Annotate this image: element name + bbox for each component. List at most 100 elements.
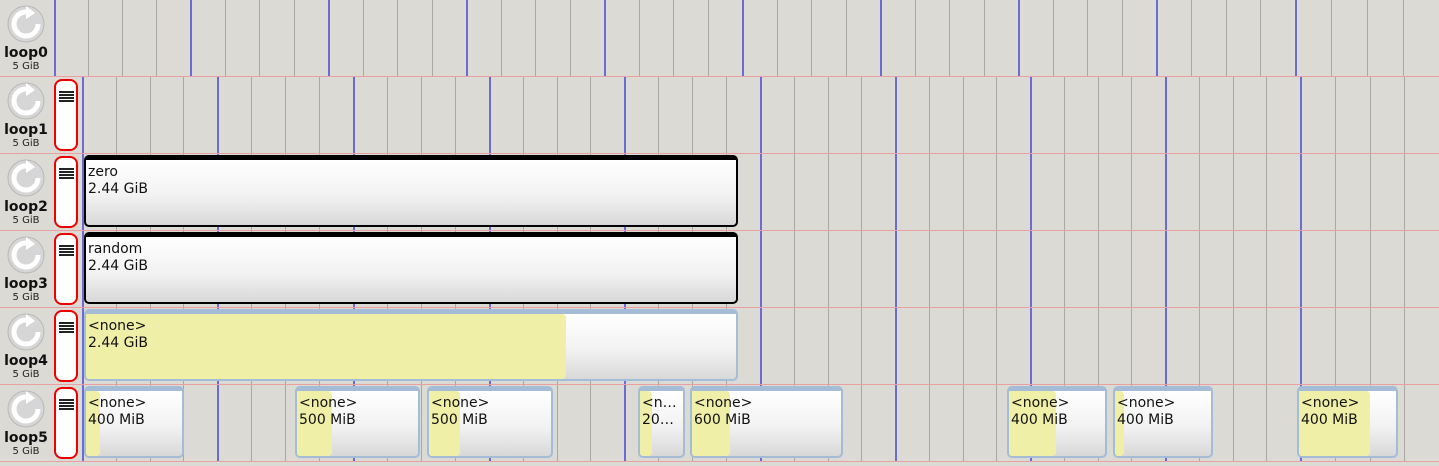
minor-gridline [1225,0,1227,76]
minor-gridline [1198,308,1200,384]
partition-block[interactable]: random 2.44 GiB [84,232,738,304]
minor-gridline [1367,0,1368,76]
minor-gridline [285,385,286,461]
refresh-icon[interactable] [6,81,46,121]
partition-text: random 2.44 GiB [88,241,148,275]
minor-gridline [1097,77,1099,153]
partition-table-header[interactable] [54,387,78,459]
refresh-icon[interactable] [6,312,46,352]
major-gridline [760,77,762,153]
minor-gridline [224,0,226,76]
minor-gridline [1097,231,1099,307]
minor-gridline [658,77,659,153]
disk-area[interactable] [82,77,1439,153]
refresh-icon[interactable] [6,158,46,198]
device-row-loop1[interactable]: loop1 5 GiB [0,77,1439,154]
device-label[interactable]: loop0 5 GiB [0,0,52,77]
minor-gridline [673,0,674,76]
device-row-loop3[interactable]: loop3 5 GiB random 2.44 GiB [0,231,1439,308]
minor-gridline [962,77,964,153]
minor-gridline [88,0,89,76]
minor-gridline [1334,231,1336,307]
device-row-loop0[interactable]: loop0 5 GiB [0,0,1439,77]
partition-text: <none> 400 MiB [88,395,146,429]
disk-area[interactable] [54,0,1439,76]
device-row-loop4[interactable]: loop4 5 GiB <none> 2.44 GiB [0,308,1439,385]
minor-gridline [259,0,260,76]
minor-gridline [1369,77,1371,153]
device-label[interactable]: loop3 5 GiB [0,231,52,308]
major-gridline [1030,154,1032,230]
minor-gridline [1097,308,1099,384]
major-gridline [190,0,192,76]
partition-block[interactable]: <none> 600 MiB [690,386,843,458]
minor-gridline [183,77,185,153]
partition-block[interactable]: <none> 400 MiB [1007,386,1107,458]
minor-gridline [707,0,709,76]
device-row-loop2[interactable]: loop2 5 GiB zero 2.44 GiB [0,154,1439,231]
partition-block[interactable]: <none> 500 MiB [295,386,420,458]
partition-size: 600 MiB [694,412,751,428]
device-label[interactable]: loop2 5 GiB [0,154,52,231]
refresh-icon[interactable] [6,389,46,429]
partition-block[interactable]: <none> 400 MiB [1113,386,1213,458]
minor-gridline [1131,308,1133,384]
partition-table-header[interactable] [54,310,78,382]
device-name: loop2 [4,199,48,215]
device-label[interactable]: loop1 5 GiB [0,77,52,154]
minor-gridline [1266,385,1268,461]
refresh-icon[interactable] [6,4,46,44]
partition-text: <none> 2.44 GiB [88,318,148,352]
minor-gridline [535,0,536,76]
major-gridline [760,154,762,230]
major-gridline [54,0,56,76]
device-size: 5 GiB [12,292,40,303]
minor-gridline [1369,154,1371,230]
minor-gridline [1334,154,1336,230]
partition-block[interactable]: <none> 400 MiB [84,386,184,458]
partition-table-header[interactable] [54,156,78,228]
partition-block[interactable]: <n… 20… [638,386,685,458]
minor-gridline [122,0,123,76]
partition-text: <none> 400 MiB [1117,395,1175,429]
minor-gridline [1121,0,1123,76]
minor-gridline [319,77,320,153]
minor-gridline [1369,308,1371,384]
minor-gridline [1131,154,1133,230]
partition-label: <none> [299,395,358,411]
major-gridline [1156,0,1158,76]
partition-block[interactable]: zero 2.44 GiB [84,155,738,227]
major-gridline [895,154,897,230]
minor-gridline [1266,231,1268,307]
minor-gridline [726,77,727,153]
major-gridline [1300,308,1302,384]
minor-gridline [1131,77,1133,153]
partition-text: <n… 20… [642,395,677,429]
major-gridline [1030,308,1032,384]
major-gridline [604,0,606,76]
minor-gridline [861,308,863,384]
major-gridline [1165,308,1167,384]
partition-size: 2.44 GiB [88,181,148,197]
minor-gridline [1097,154,1099,230]
minor-gridline [556,385,558,461]
minor-gridline [996,231,998,307]
refresh-icon[interactable] [6,235,46,275]
minor-gridline [1404,77,1406,153]
device-label[interactable]: loop5 5 GiB [0,385,52,462]
partition-table-header[interactable] [54,79,78,151]
major-gridline [1165,154,1167,230]
partition-text: <none> 500 MiB [431,395,489,429]
major-gridline [760,231,762,307]
minor-gridline [362,0,364,76]
partition-label: random [88,241,143,257]
major-gridline [895,308,897,384]
device-row-loop5[interactable]: loop5 5 GiB <none> 400 MiB <none> 500 MiB <non… [0,385,1439,462]
partition-block[interactable]: <none> 500 MiB [427,386,553,458]
partition-block[interactable]: <none> 400 MiB [1297,386,1398,458]
minor-gridline [397,0,398,76]
device-label[interactable]: loop4 5 GiB [0,308,52,385]
minor-gridline [928,385,930,461]
partition-table-header[interactable] [54,233,78,305]
partition-block[interactable]: <none> 2.44 GiB [84,309,738,381]
